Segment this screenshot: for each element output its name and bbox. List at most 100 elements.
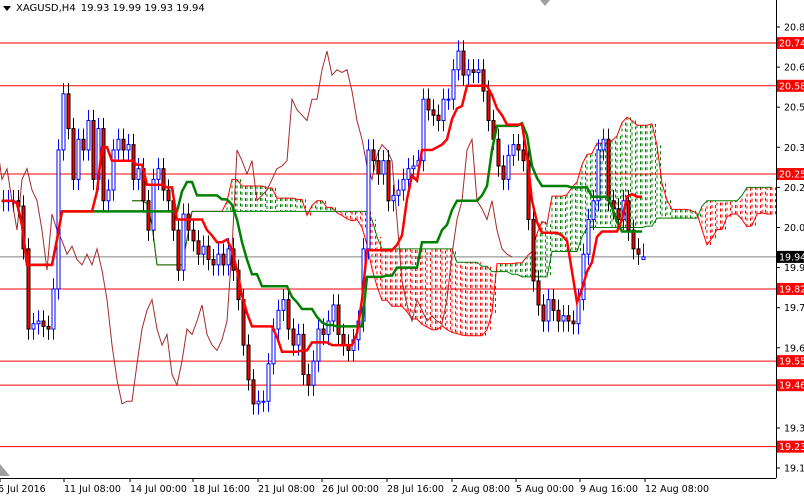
bull-candle <box>36 310 41 335</box>
x-tick-label: 5 Aug 00:00 <box>516 484 574 495</box>
candle-body <box>426 98 431 111</box>
candle-body <box>616 208 621 220</box>
candle-body <box>371 149 376 162</box>
candle-body <box>516 144 521 151</box>
bull-candle <box>116 128 121 161</box>
candle-body <box>381 160 386 175</box>
candle-body <box>471 69 476 73</box>
candle-body <box>601 138 606 151</box>
bull-candle <box>201 235 206 265</box>
dropdown-triangle-icon[interactable] <box>3 6 11 11</box>
candle-body <box>406 168 411 180</box>
chart-title: XAGUSD,H4 19.93 19.99 19.93 19.94 <box>3 3 205 14</box>
candle-body <box>536 280 541 306</box>
bear-candle <box>221 243 226 276</box>
bear-candle <box>556 299 561 332</box>
bull-candle <box>181 203 186 281</box>
candle-body <box>311 360 316 386</box>
y-tick-label: 20.80 <box>784 23 804 34</box>
candle-body <box>631 229 636 250</box>
candle-body <box>71 128 76 180</box>
bull-candle <box>381 149 386 185</box>
bull-candle <box>61 83 66 161</box>
candle-body <box>561 315 566 322</box>
candle-body <box>191 229 196 242</box>
x-tick-label: 14 Jul 00:00 <box>130 484 187 495</box>
bear-candle <box>531 208 536 292</box>
bear-candle <box>41 310 46 338</box>
bull-candle <box>441 88 446 132</box>
candle-body <box>261 400 266 403</box>
candle-body <box>331 304 336 322</box>
candle-body <box>186 213 191 231</box>
bull-candle <box>641 243 646 261</box>
bear-candle <box>286 288 291 340</box>
candle-body <box>446 98 451 101</box>
bear-candle <box>551 288 556 322</box>
x-tick-label: 26 Jul 00:00 <box>322 484 379 495</box>
candle-body <box>281 299 286 311</box>
bear-candle <box>101 117 106 212</box>
candle-body <box>586 218 591 255</box>
candle-body <box>341 333 346 346</box>
bull-candle <box>476 59 481 84</box>
candle-body <box>591 200 596 220</box>
bear-candle <box>146 190 151 241</box>
candle-body <box>286 299 291 330</box>
candle-body <box>636 248 641 255</box>
bear-candle <box>91 109 96 191</box>
candle-body <box>36 320 41 325</box>
candle-body <box>496 138 501 167</box>
candle-body <box>521 149 526 162</box>
candle-body <box>326 320 331 335</box>
candle-body <box>316 328 321 362</box>
candle-body <box>176 229 181 271</box>
level-price-tag: 19.46 <box>779 381 804 392</box>
candle-body <box>146 200 151 231</box>
candle-body <box>91 120 96 180</box>
candle-body <box>211 259 216 266</box>
bear-candle <box>436 104 441 132</box>
candle-body <box>201 245 206 255</box>
chikou-span-line <box>0 50 513 405</box>
bull-candle <box>596 139 601 212</box>
bear-candle <box>346 334 351 362</box>
candle-body <box>596 149 601 202</box>
bear-candle <box>636 238 641 265</box>
bear-candle <box>431 99 436 126</box>
level-price-tag: 19.55 <box>779 357 804 368</box>
bull-candle <box>451 59 456 110</box>
bear-candle <box>501 155 506 191</box>
candle-body <box>216 253 221 266</box>
candle-body <box>486 90 491 122</box>
candle-body <box>256 400 261 405</box>
candle-body <box>156 168 161 180</box>
candle-body <box>306 373 311 386</box>
bull-candle <box>151 168 156 241</box>
bear-candle <box>191 219 196 252</box>
price-chart[interactable]: 20.80 20.65 20.50 20.35 20.20 20.05 19.90 19.75… <box>0 0 804 496</box>
candle-body <box>511 144 516 156</box>
candle-body <box>556 309 561 322</box>
bear-candle <box>571 310 576 335</box>
bull-candle <box>316 318 321 372</box>
bull-candle <box>281 288 286 322</box>
bear-candle <box>71 117 76 191</box>
candle-body <box>296 333 301 346</box>
y-tick-label: 20.05 <box>784 223 804 234</box>
candle-body <box>441 98 446 122</box>
candle-body <box>51 288 56 330</box>
candle-body <box>436 114 441 122</box>
bull-candle <box>546 288 551 332</box>
candle-body <box>166 189 171 202</box>
x-tick-label: 11 Jul 08:00 <box>64 484 121 495</box>
candle-body <box>386 160 391 202</box>
candle-body <box>116 138 121 151</box>
bear-candle <box>386 149 391 212</box>
x-tick-label: 2 Aug 08:00 <box>452 484 510 495</box>
bear-candle <box>481 59 486 102</box>
candle-body <box>86 120 91 151</box>
bear-candle <box>516 133 521 161</box>
bull-candle <box>561 304 566 332</box>
bear-candle <box>306 363 311 396</box>
